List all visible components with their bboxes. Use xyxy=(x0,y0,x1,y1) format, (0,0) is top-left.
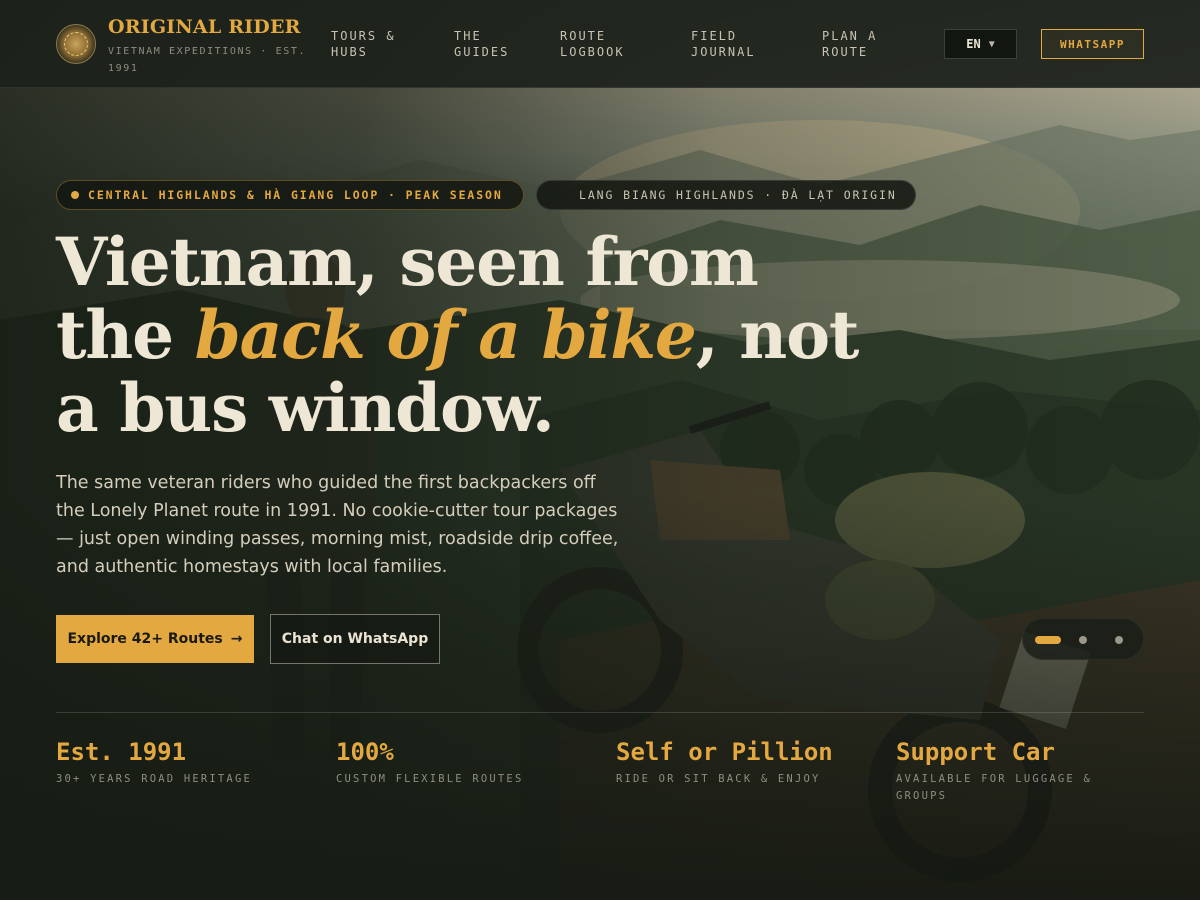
stat-label-heritage: 30+ YEARS ROAD HERITAGE xyxy=(56,773,252,785)
nav-item-plan-a-route[interactable]: PLAN A ROUTE xyxy=(822,28,902,60)
stat-value-heritage: Est. 1991 xyxy=(56,738,187,766)
slide-dot-2[interactable] xyxy=(1079,636,1087,644)
brand-tagline: VIETNAM EXPEDITIONS · EST. 1991 xyxy=(108,46,307,74)
stat-label-custom: CUSTOM FLEXIBLE ROUTES xyxy=(336,773,524,785)
headline-accent: back of a bike xyxy=(194,296,697,374)
site-header: ORIGINAL RIDER VIETNAM EXPEDITIONS · EST… xyxy=(0,0,1200,88)
slide-dot-3[interactable] xyxy=(1115,636,1123,644)
nav-item-field-journal[interactable]: FIELD JOURNAL xyxy=(691,28,771,60)
location-badge-label: LANG BIANG HIGHLANDS · ĐÀ LẠT ORIGIN xyxy=(579,188,897,202)
status-dot-icon xyxy=(71,191,79,199)
stat-label-support: AVAILABLE FOR LUGGAGE & GROUPS xyxy=(896,773,1092,802)
slide-dot-1[interactable] xyxy=(1035,636,1061,644)
language-value: EN xyxy=(966,37,981,51)
stat-label-ride: RIDE OR SIT BACK & ENJOY xyxy=(616,773,821,785)
nav-item-tours-hubs[interactable]: TOURS & HUBS xyxy=(331,28,411,60)
stat-value-custom: 100% xyxy=(336,738,394,766)
whatsapp-header-button[interactable]: WHATSAPP xyxy=(1041,29,1144,59)
brand-name[interactable]: ORIGINAL RIDER xyxy=(108,16,301,38)
arrow-right-icon: → xyxy=(230,631,243,647)
hero-slider-pagination xyxy=(1022,618,1144,660)
chevron-down-icon: ▼ xyxy=(988,38,995,50)
language-selector[interactable]: EN ▼ xyxy=(944,29,1017,59)
chat-whatsapp-button[interactable]: Chat on WhatsApp xyxy=(270,614,440,664)
nav-item-the-guides[interactable]: THE GUIDES xyxy=(454,28,524,60)
explore-routes-button[interactable]: Explore 42+ Routes → xyxy=(56,615,254,663)
location-badge: LANG BIANG HIGHLANDS · ĐÀ LẠT ORIGIN xyxy=(536,180,916,210)
stat-value-ride: Self or Pillion xyxy=(616,738,833,766)
stats-divider xyxy=(56,712,1144,713)
season-badge: CENTRAL HIGHLANDS & HÀ GIANG LOOP · PEAK… xyxy=(56,180,524,210)
stat-value-support: Support Car xyxy=(896,738,1055,766)
explore-routes-label: Explore 42+ Routes xyxy=(67,631,223,647)
nav-item-route-logbook[interactable]: ROUTE LOGBOOK xyxy=(560,28,640,60)
season-badge-label: CENTRAL HIGHLANDS & HÀ GIANG LOOP · PEAK… xyxy=(88,188,503,202)
brand-logo-icon[interactable] xyxy=(56,24,96,64)
hero-headline: Vietnam, seen from the back of a bike, n… xyxy=(56,226,876,445)
hero-lead-paragraph: The same veteran riders who guided the f… xyxy=(56,473,619,577)
